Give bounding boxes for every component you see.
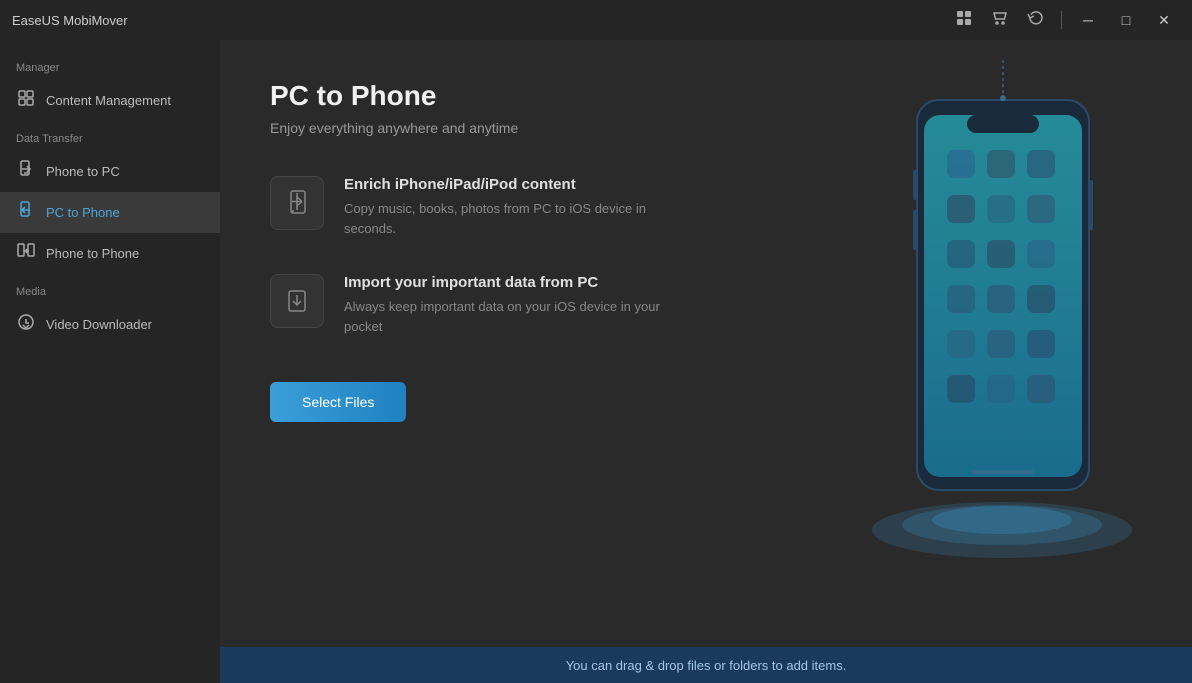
pc-to-phone-label: PC to Phone: [46, 205, 120, 220]
settings-icon[interactable]: [949, 7, 979, 34]
import-text: Import your important data from PC Alway…: [344, 274, 664, 336]
select-files-button[interactable]: Select Files: [270, 382, 406, 422]
enrich-text: Enrich iPhone/iPad/iPod content Copy mus…: [344, 176, 664, 238]
sidebar-item-pc-to-phone[interactable]: PC to Phone: [0, 192, 220, 233]
phone-illustration: [852, 60, 1152, 600]
pc-to-phone-icon: [16, 201, 36, 224]
data-transfer-section-label: Data Transfer: [0, 121, 220, 151]
media-section-label: Media: [0, 274, 220, 304]
divider: [1061, 11, 1062, 29]
content-management-label: Content Management: [46, 93, 171, 108]
sidebar-item-phone-to-phone[interactable]: Phone to Phone: [0, 233, 220, 274]
sidebar-item-video-downloader[interactable]: Video Downloader: [0, 304, 220, 345]
phone-to-pc-label: Phone to PC: [46, 164, 120, 179]
enrich-title: Enrich iPhone/iPad/iPod content: [344, 176, 664, 193]
content-main: PC to Phone Enjoy everything anywhere an…: [220, 40, 1192, 647]
main-layout: Manager Content Management Data Transfer: [0, 40, 1192, 683]
store-icon[interactable]: [985, 7, 1015, 34]
phone-to-pc-icon: [16, 160, 36, 183]
phone-to-phone-label: Phone to Phone: [46, 246, 139, 261]
video-downloader-icon: [16, 313, 36, 336]
bottom-message: You can drag & drop files or folders to …: [566, 658, 847, 673]
app-title: EaseUS MobiMover: [12, 13, 128, 28]
sidebar-item-phone-to-pc[interactable]: Phone to PC: [0, 151, 220, 192]
window-controls: ─ □ ✕: [949, 7, 1180, 34]
sidebar: Manager Content Management Data Transfer: [0, 40, 220, 683]
import-desc: Always keep important data on your iOS d…: [344, 297, 664, 336]
bottom-bar: You can drag & drop files or folders to …: [220, 647, 1192, 683]
import-title: Import your important data from PC: [344, 274, 664, 291]
maximize-button[interactable]: □: [1110, 7, 1142, 33]
sidebar-item-content-management[interactable]: Content Management: [0, 80, 220, 121]
titlebar: EaseUS MobiMover ─ □ ✕: [0, 0, 1192, 40]
content-management-icon: [16, 89, 36, 112]
enrich-icon-box: [270, 176, 324, 230]
update-icon[interactable]: [1021, 7, 1051, 34]
enrich-desc: Copy music, books, photos from PC to iOS…: [344, 199, 664, 238]
minimize-button[interactable]: ─: [1072, 7, 1104, 33]
phone-to-phone-icon: [16, 242, 36, 265]
content-area: PC to Phone Enjoy everything anywhere an…: [220, 40, 1192, 683]
manager-section-label: Manager: [0, 50, 220, 80]
import-icon-box: [270, 274, 324, 328]
video-downloader-label: Video Downloader: [46, 317, 152, 332]
close-button[interactable]: ✕: [1148, 7, 1180, 33]
